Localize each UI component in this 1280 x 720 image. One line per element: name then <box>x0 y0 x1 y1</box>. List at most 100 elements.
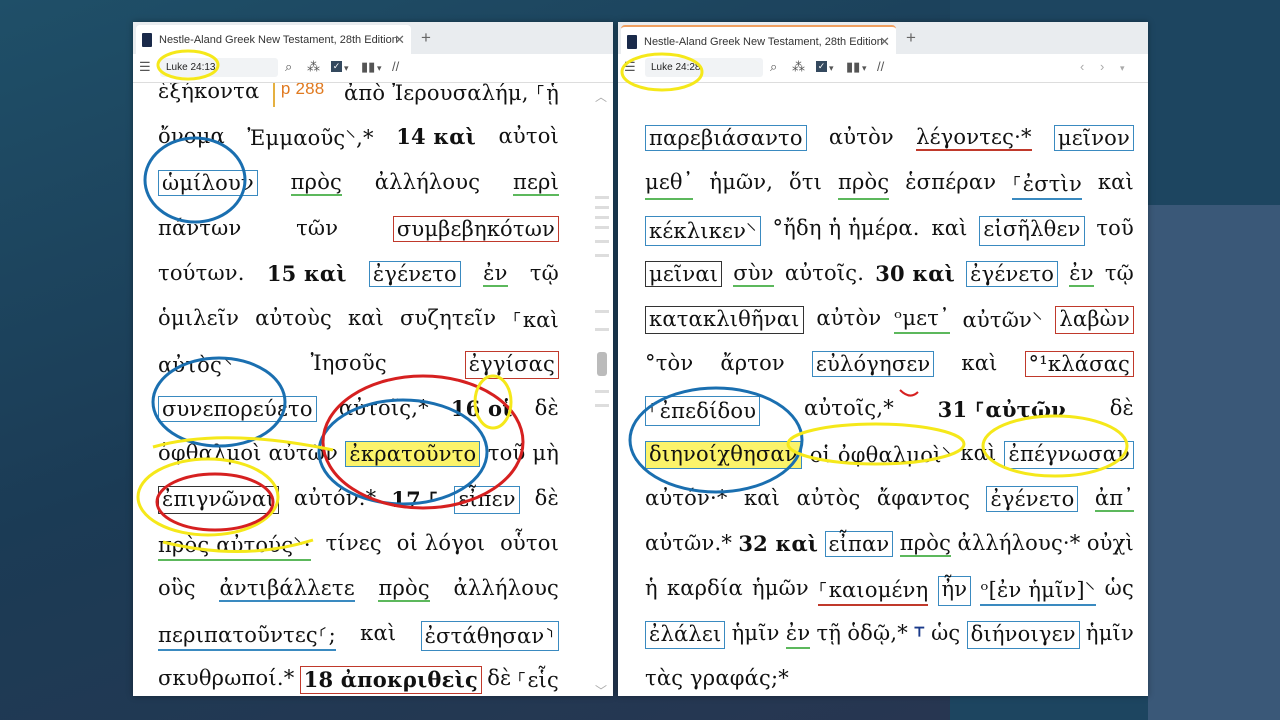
word: ἄφαντος <box>876 486 971 510</box>
add-tab-icon[interactable]: + <box>906 28 916 48</box>
word: κέκλικεν⸌ <box>645 216 761 246</box>
menu-icon[interactable]: ☰ <box>139 59 151 75</box>
word: αὐτὸς⸌ <box>158 353 233 377</box>
word: ὄνομα <box>158 124 225 148</box>
word: τίνες <box>325 531 382 555</box>
text-line: μεθ᾽ ἡμῶν, ὅτι πρὸς ἑσπέραν ⸀ἐστὶν καὶ <box>645 170 1134 200</box>
menu-icon[interactable]: ☰ <box>624 59 636 75</box>
word: αὐτόν.* <box>293 486 377 510</box>
text-line: αὐτόν·* καὶ αὐτὸς ἄφαντος ἐγένετο ἀπ᾽ <box>645 486 1134 512</box>
scroll-marker <box>595 240 609 243</box>
checkbox-icon[interactable]: ✓ <box>816 61 827 72</box>
word: καὶ <box>1097 170 1134 194</box>
word: διηνοίχθησαν <box>645 441 802 469</box>
text-line: ὀφθαλμοὶ αὐτῶν ἐκρατοῦντο τοῦ μὴ <box>158 441 559 467</box>
verse-number: 31 ⸀αὐτῶν <box>937 397 1066 422</box>
word: τοῦ <box>1096 216 1134 240</box>
word: Ἰησοῦς <box>310 351 387 375</box>
word: °¹κλάσας <box>1024 351 1134 377</box>
scroll-marker <box>595 216 609 219</box>
word: ᵒ[ἐν ἡμῖν]⸌ <box>980 576 1096 606</box>
scroll-marker <box>595 206 609 209</box>
tab-bar: Nestle-Aland Greek New Testament, 28th E… <box>618 22 1148 56</box>
word: τῷ <box>1104 261 1134 285</box>
columns-icon[interactable]: ▮▮ <box>846 59 860 75</box>
scrollbar[interactable]: ︿ ﹀ <box>595 90 609 696</box>
parallel-icon[interactable]: // <box>392 59 399 74</box>
word: τῶν <box>296 216 339 240</box>
columns-icon[interactable]: ▮▮ <box>361 59 375 75</box>
text-line: ἐλάλει ἡμῖν ἐν τῇ ὁδῷ,* ⸆ ὡς διήνοιγεν ἡ… <box>645 621 1134 649</box>
reference-input[interactable]: Luke 24:13 <box>160 58 278 77</box>
search-icon[interactable]: ⌕ <box>285 59 292 75</box>
word: ἀπ᾽ <box>1094 486 1134 512</box>
tab-title: Nestle-Aland Greek New Testament, 28th E… <box>644 35 883 48</box>
search-icon[interactable]: ⌕ <box>770 59 777 75</box>
chevron-right-icon[interactable]: › <box>1100 59 1104 74</box>
scroll-marker <box>595 254 609 257</box>
word: ὡμίλουν <box>158 170 258 196</box>
text-line: ⸀ἐπεδίδου αὐτοῖς,* 31 ⸀αὐτῶν δὲ <box>645 396 1134 426</box>
scroll-up-icon[interactable]: ︿ <box>595 88 607 105</box>
word: μεθ᾽ <box>645 170 694 200</box>
scroll-down-icon[interactable]: ﹀ <box>595 682 607 696</box>
chevron-down-icon[interactable]: ▾ <box>829 63 834 74</box>
tab-nestle-aland[interactable]: Nestle-Aland Greek New Testament, 28th E… <box>136 25 411 54</box>
word: εἶπαν <box>824 531 894 557</box>
tab-nestle-aland[interactable]: Nestle-Aland Greek New Testament, 28th E… <box>621 25 896 56</box>
word: πρὸς <box>899 531 952 557</box>
word: μεῖνον <box>1053 125 1134 151</box>
word: ἡμῶν <box>751 576 809 600</box>
word: ἑξήκοντα <box>158 83 260 103</box>
text-line: πάντων τῶν συμβεβηκότων <box>158 216 559 242</box>
chevron-down-icon[interactable]: ▾ <box>377 63 382 74</box>
verse-number: 17 ⸀ <box>391 487 440 512</box>
word: ἡ <box>645 576 658 600</box>
bible-text-right[interactable]: παρεβιάσαντο αὐτὸν λέγοντες·* μεῖνον μεθ… <box>618 83 1148 696</box>
text-line: ὡμίλουν πρὸς ἀλλήλους περὶ <box>158 170 559 196</box>
word: ἐκρατοῦντο <box>345 441 481 467</box>
chevron-down-icon[interactable]: ▾ <box>862 63 867 74</box>
word: αὐτῶν⸌ <box>962 308 1043 332</box>
word: τῇ <box>816 621 842 645</box>
word: τούτων. <box>158 261 245 285</box>
text-line: παρεβιάσαντο αὐτὸν λέγοντες·* μεῖνον <box>645 125 1134 151</box>
close-icon[interactable]: ✕ <box>394 32 405 48</box>
scroll-marker <box>595 196 609 199</box>
reference-input[interactable]: Luke 24:28 <box>645 58 763 77</box>
close-icon[interactable]: ✕ <box>879 34 890 50</box>
chevron-down-icon[interactable]: ▾ <box>344 63 349 74</box>
book-icon <box>142 32 152 47</box>
checkbox-icon[interactable]: ✓ <box>331 61 342 72</box>
word: οὓς <box>158 576 196 600</box>
visual-filter-icon[interactable]: ⁂ <box>792 59 805 75</box>
word: ἀλλήλους <box>374 170 481 194</box>
word: ἀλλήλους <box>453 576 559 600</box>
word: ⸀ἐστὶν <box>1012 170 1082 200</box>
word: ὁμιλεῖν <box>158 306 240 330</box>
tab-bar: Nestle-Aland Greek New Testament, 28th E… <box>133 22 613 54</box>
scroll-marker <box>595 226 609 229</box>
scroll-thumb[interactable] <box>597 352 607 376</box>
verse-number: 14 καὶ <box>396 124 476 149</box>
text-line: μεῖναι σὺν αὐτοῖς. 30 καὶ ἐγένετο ἐν τῷ <box>645 261 1134 287</box>
word: περιπατοῦντες⸂; <box>158 621 336 651</box>
scroll-marker <box>595 390 609 393</box>
chevron-down-icon[interactable]: ▾ <box>1120 63 1125 74</box>
word: ἐν <box>1069 261 1094 287</box>
text-line: οὓς ἀντιβάλλετε πρὸς ἀλλήλους <box>158 576 559 602</box>
word: λέγοντες·* <box>916 125 1032 151</box>
word: ἀλλήλους·* <box>957 531 1081 555</box>
chevron-left-icon[interactable]: ‹ <box>1080 59 1084 74</box>
parallel-icon[interactable]: // <box>877 59 884 74</box>
word: οὐχὶ <box>1086 531 1134 555</box>
word: οὗτοι <box>500 531 559 555</box>
word: ἐστάθησαν⸃ <box>420 621 559 651</box>
add-tab-icon[interactable]: + <box>421 28 431 48</box>
word: ἀπὸ Ἰερουσαλήμ, ⸀ᾗ <box>344 83 559 105</box>
bible-text-left[interactable]: ἑξήκοντα p 288 ἀπὸ Ἰερουσαλήμ, ⸀ᾗ ὄνομα … <box>133 83 613 696</box>
word: αὐτοῖς,* <box>803 396 894 420</box>
visual-filter-icon[interactable]: ⁂ <box>307 59 320 75</box>
word: διήνοιγεν <box>966 621 1080 649</box>
page-marker[interactable]: p 288 <box>272 83 331 107</box>
